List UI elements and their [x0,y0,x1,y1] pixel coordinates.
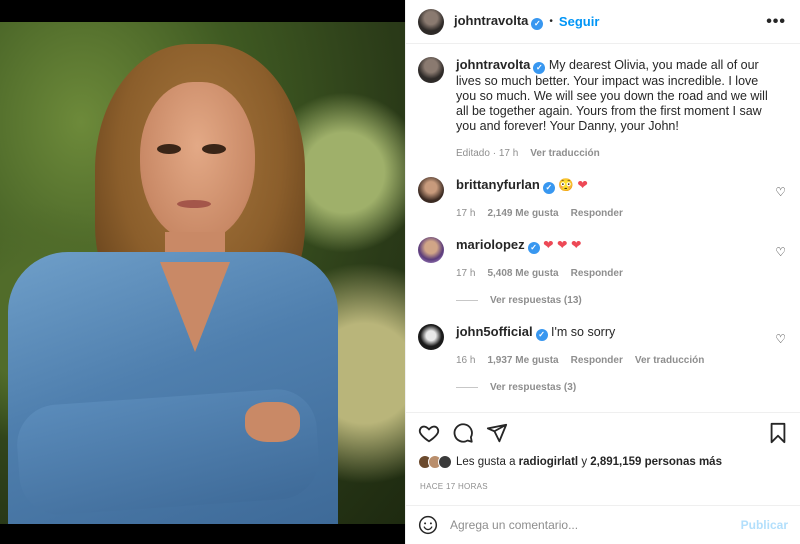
verified-badge-icon: ✓ [531,18,544,30]
caption-username[interactable]: johntravolta [456,57,530,72]
comment-time[interactable]: 17 h [456,266,475,281]
commenter-avatar[interactable] [418,177,444,203]
replies-divider [456,387,478,388]
comment-time[interactable]: 16 h [456,353,475,368]
emoji-icon[interactable] [418,515,438,535]
liker-username[interactable]: radiogirlatl [519,456,578,468]
caption-time[interactable]: 17 h [499,148,518,159]
commenter-username[interactable]: brittanyfurlan [456,177,540,192]
replies-divider [456,300,478,301]
likes-others[interactable]: 2,891,159 personas más [590,456,722,468]
post-photo[interactable] [0,22,405,524]
author-username[interactable]: johntravolta [454,13,528,28]
verified-badge-icon: ✓ [535,329,548,341]
comment-like-heart-icon[interactable]: ♡ [775,332,786,346]
follow-button[interactable]: Seguir [559,14,599,29]
verified-badge-icon: ✓ [542,182,555,194]
comment-icon[interactable] [452,422,474,444]
liker-avatars[interactable] [418,455,452,469]
post-timestamp[interactable]: HACE 17 HORAS [420,482,488,491]
caption: johntravolta ✓ My dearest Olivia, you mad… [418,57,786,161]
likes-summary: Les gusta a radiogirlatl y 2,891,159 per… [418,455,788,469]
commenter-avatar[interactable] [418,324,444,350]
view-replies-button[interactable]: Ver respuestas (13) [456,295,786,306]
comment-row: brittanyfurlan ✓ 😳 ❤ 17 h 2,149 Me gusta … [418,177,786,221]
comment-likes[interactable]: 1,937 Me gusta [487,353,558,368]
comment-time[interactable]: 17 h [456,206,475,221]
comment-like-heart-icon[interactable]: ♡ [775,245,786,259]
likes-prefix: Les gusta a [456,456,516,468]
view-replies-button[interactable]: Ver respuestas (3) [456,382,786,393]
translate-link[interactable]: Ver traducción [530,146,599,161]
commenter-username[interactable]: mariolopez [456,237,525,252]
comment-text: 😳 [558,178,574,192]
comment-hearts: ❤ ❤ ❤ [543,238,582,252]
edited-label: Editado [456,148,490,159]
comment-row: mariolopez ✓ ❤ ❤ ❤ 17 h 5,408 Me gusta Re… [418,237,786,281]
bookmark-icon[interactable] [768,422,788,444]
author-avatar[interactable] [418,8,444,35]
post-side-panel: johntravolta ✓ • Seguir ••• johntravolta ✓… [405,0,800,544]
add-comment-bar: Publicar [406,505,800,544]
photo-pane [0,0,405,544]
paper-plane-icon[interactable] [486,422,508,444]
comment-like-heart-icon[interactable]: ♡ [775,185,786,199]
publish-button[interactable]: Publicar [741,518,788,532]
reply-button[interactable]: Responder [571,266,623,281]
comment-input[interactable] [450,518,741,532]
verified-badge-icon: ✓ [527,242,540,254]
more-options-icon[interactable]: ••• [766,13,786,31]
comment-likes[interactable]: 2,149 Me gusta [487,206,558,221]
comments-list[interactable]: johntravolta ✓ My dearest Olivia, you mad… [406,45,800,411]
verified-badge-icon: ✓ [533,62,546,74]
likes-conjunction: y [581,456,588,468]
comment-likes[interactable]: 5,408 Me gusta [487,266,558,281]
heart-icon[interactable] [418,422,440,444]
comment-text: I'm so sorry [551,325,616,339]
commenter-avatar[interactable] [418,237,444,263]
comment-row: john5official ✓ I'm so sorry 16 h 1,937 M… [418,324,786,368]
reply-button[interactable]: Responder [571,353,623,368]
separator-dot: • [549,16,553,27]
commenter-username[interactable]: john5official [456,324,533,339]
action-bar [406,412,800,452]
caption-avatar[interactable] [418,57,444,83]
comment-hearts: ❤ [577,178,588,192]
reply-button[interactable]: Responder [571,206,623,221]
translate-link[interactable]: Ver traducción [635,353,704,368]
post-header: johntravolta ✓ • Seguir ••• [406,0,800,44]
